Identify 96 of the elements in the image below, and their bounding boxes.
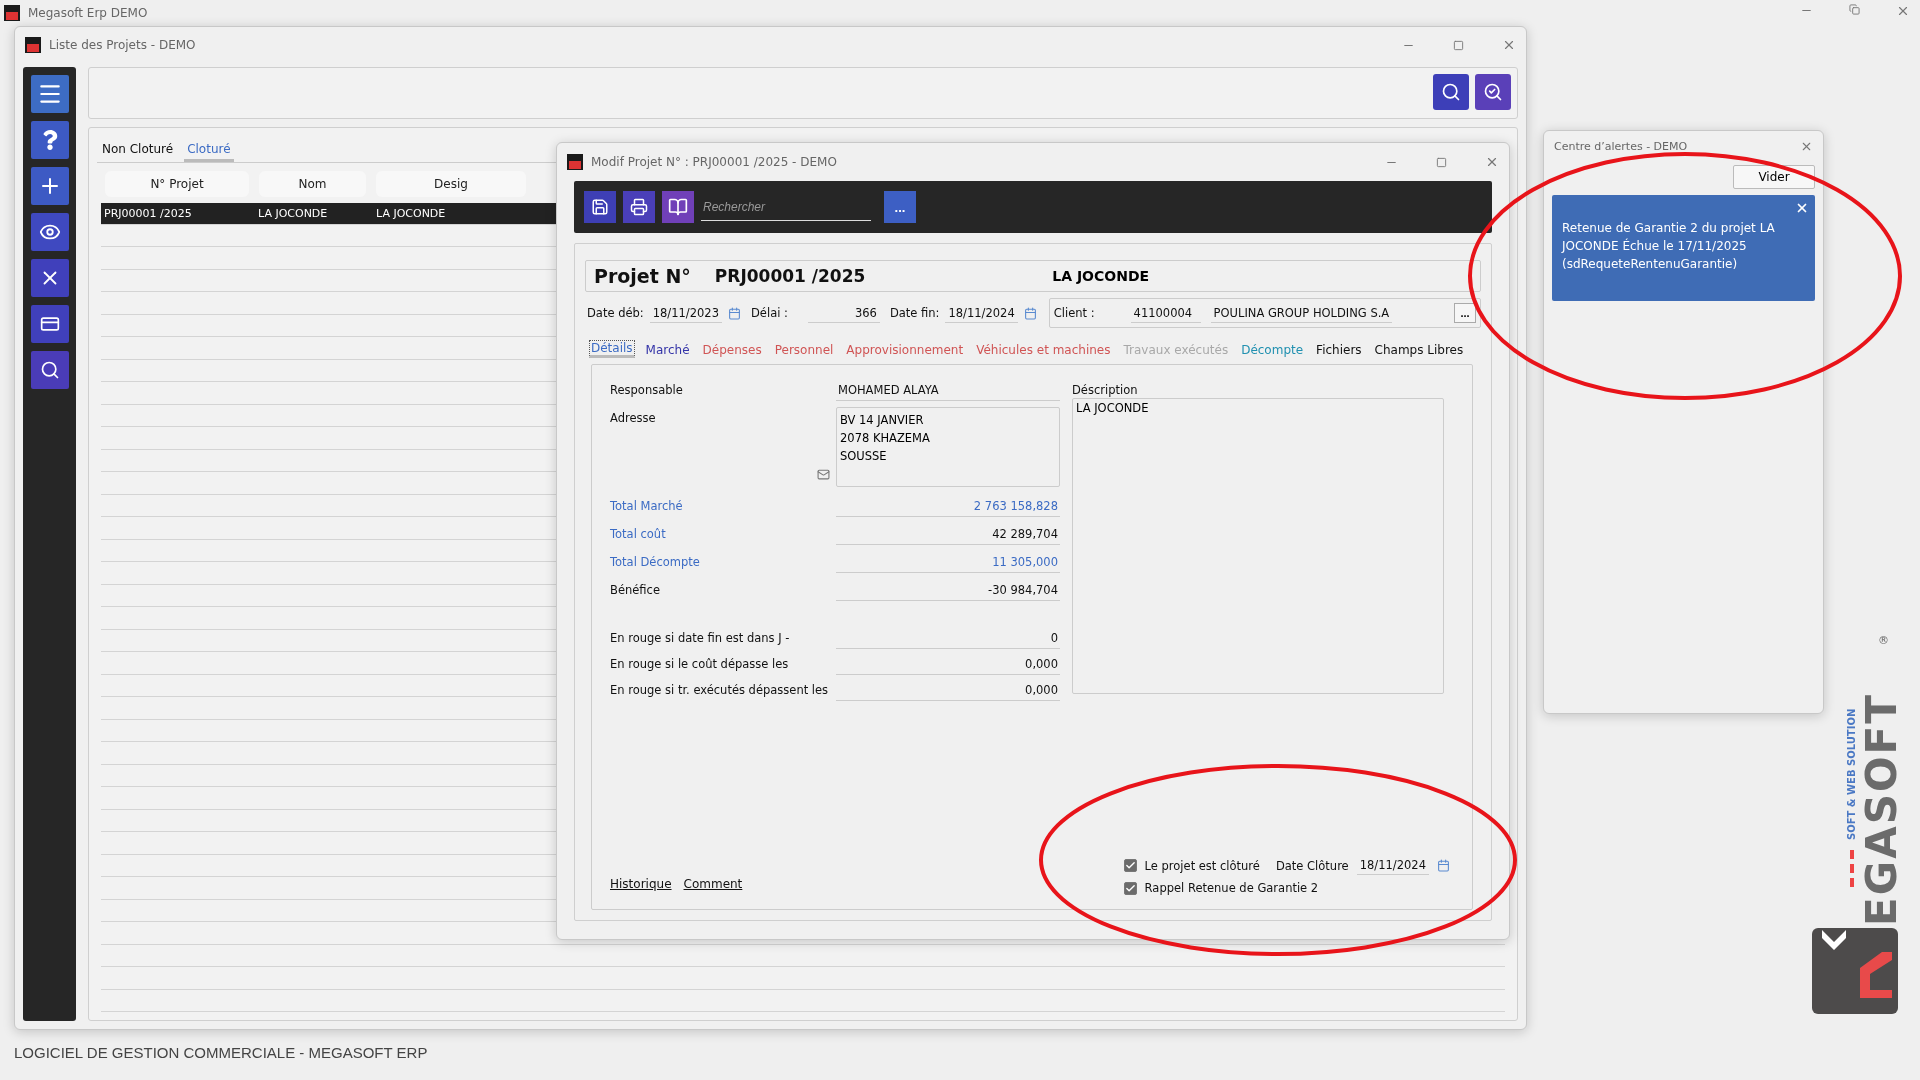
table-cell-text: LA JOCONDE (375, 206, 447, 220)
total-label: Bénéfice (610, 583, 661, 599)
help-icon[interactable] (30, 121, 69, 159)
add-icon[interactable] (30, 167, 69, 205)
field-label: Date fin: (889, 306, 940, 320)
total-label: Total Décompte (610, 555, 701, 571)
threshold-field[interactable]: 0 (836, 631, 1060, 649)
calendar-icon[interactable] (1437, 859, 1450, 872)
checkbox-label: Rappel Retenue de Garantie 2 (1144, 881, 1319, 895)
total-value: -30 984,704 (836, 583, 1060, 601)
project-label: Projet N° (594, 265, 691, 287)
app-logo-icon (567, 154, 583, 170)
dialog-title: Modif Projet N° : PRJ00001 /2025 - DEMO (591, 155, 838, 169)
field-label: Date déb: (587, 306, 644, 320)
close-icon[interactable] (1485, 155, 1499, 169)
link[interactable]: Historique (610, 877, 672, 891)
total-value: 11 305,000 (836, 555, 1060, 573)
threshold-field[interactable]: 0,000 (836, 683, 1060, 701)
card-icon[interactable] (30, 305, 69, 343)
maximize-icon[interactable] (1453, 39, 1464, 51)
client-code-field[interactable]: 41100004 (1130, 303, 1201, 323)
field-label: En rouge si tr. exécutés dépassent les (610, 683, 830, 699)
tagline-text: SOFT & WEB SOLUTION (1846, 708, 1858, 840)
field-label: En rouge si date fin est dans J - (610, 631, 791, 647)
search-reset-icon[interactable] (1475, 74, 1511, 110)
search-field[interactable]: Rechercher (701, 193, 871, 221)
registered-mark: ® (1878, 634, 1889, 647)
window-title: Liste des Projets - DEMO (49, 38, 197, 52)
list-tab[interactable]: Cloturé (184, 139, 234, 162)
maximize-icon[interactable] (1436, 156, 1447, 168)
calendar-icon[interactable] (1023, 306, 1037, 320)
tab[interactable]: Véhicules et machines (974, 342, 1113, 358)
field-label: Responsable (610, 383, 684, 399)
tab[interactable]: Personnel (772, 342, 836, 358)
app-logo-icon (4, 5, 20, 21)
tab[interactable]: Champs Libres (1372, 342, 1466, 358)
book-icon[interactable] (662, 191, 694, 223)
view-icon[interactable] (30, 213, 69, 251)
close-icon[interactable] (1502, 38, 1516, 52)
project-number: PRJ00001 /2025 (714, 266, 866, 286)
client-name-field[interactable]: POULINA GROUP HOLDING S.A (1210, 303, 1393, 323)
alert-message: Retenue de Garantie 2 du projet LA JOCONDE Échue le 17/11/2025 (sdRequeteRentenuGarantie) (1562, 220, 1776, 273)
search-icon[interactable] (1433, 74, 1469, 110)
client-more-button[interactable]: ... (1454, 303, 1476, 323)
tab[interactable]: Dépenses (700, 342, 764, 358)
search-user-icon[interactable] (30, 351, 69, 389)
close-icon[interactable] (1795, 201, 1809, 215)
footer-text: LOGICIEL DE GESTION COMMERCIALE - MEGASOFT ERP (14, 1044, 428, 1061)
total-value: 42 289,704 (836, 527, 1060, 545)
save-icon[interactable] (584, 191, 616, 223)
field-label: Adresse (610, 411, 656, 425)
date-field[interactable]: 18/11/2023 (649, 303, 722, 323)
app-title: Megasoft Erp DEMO (28, 6, 148, 20)
field-label: Délai : (751, 306, 788, 320)
address-field[interactable]: BV 14 JANVIER 2078 KHAZEMA SOUSSE (836, 407, 1060, 487)
close-icon[interactable] (1896, 4, 1910, 18)
field-label: Déscription (1072, 383, 1139, 397)
column-header[interactable]: N° Projet (105, 170, 249, 197)
description-field[interactable]: LA JOCONDE (1072, 398, 1444, 694)
logo-icon (1812, 928, 1898, 1014)
column-header[interactable]: Nom (259, 170, 366, 197)
responsable-field[interactable]: MOHAMED ALAYA (836, 383, 1060, 401)
field-label: Client : (1053, 306, 1095, 320)
project-name: LA JOCONDE (1051, 268, 1151, 284)
field-label: En rouge si le coût dépasse les (610, 657, 790, 673)
table-cell-text: LA JOCONDE (257, 206, 329, 220)
tab[interactable]: Marché (643, 342, 692, 358)
threshold-field[interactable]: 0,000 (836, 657, 1060, 675)
checkbox[interactable] (1123, 881, 1137, 895)
brand-text: EGASOFT (1862, 693, 1902, 926)
delete-icon[interactable] (30, 259, 69, 297)
tab[interactable]: Fichiers (1314, 342, 1364, 358)
print-icon[interactable] (623, 191, 655, 223)
date-field[interactable]: 18/11/2024 (1356, 856, 1429, 875)
window-title: Centre d’alertes - DEMO (1554, 139, 1689, 153)
more-button[interactable]: ... (884, 191, 916, 223)
calendar-icon[interactable] (728, 306, 741, 320)
checkbox-label: Le projet est clôturé (1144, 858, 1260, 873)
number-field[interactable]: 366 (807, 303, 880, 323)
clear-button[interactable]: Vider (1733, 165, 1815, 189)
tab[interactable]: Approvisionnement (844, 342, 966, 358)
total-label: Total coût (610, 527, 667, 543)
total-label: Total Marché (610, 499, 684, 515)
mail-icon[interactable] (817, 468, 830, 481)
checkbox[interactable] (1123, 859, 1137, 872)
menu-icon[interactable] (30, 75, 69, 113)
app-logo-icon (25, 37, 41, 53)
list-tab[interactable]: Non Cloturé (99, 139, 177, 162)
field-label: Date Clôture (1275, 858, 1349, 873)
column-header[interactable]: Desig (376, 170, 526, 197)
tab[interactable]: Détails (589, 340, 635, 358)
link[interactable]: Comment (683, 877, 743, 891)
restore-icon[interactable] (1849, 4, 1860, 18)
total-value: 2 763 158,828 (836, 499, 1060, 517)
date-field[interactable]: 18/11/2024 (945, 303, 1018, 323)
table-cell-text: PRJ00001 /2025 (103, 206, 193, 220)
